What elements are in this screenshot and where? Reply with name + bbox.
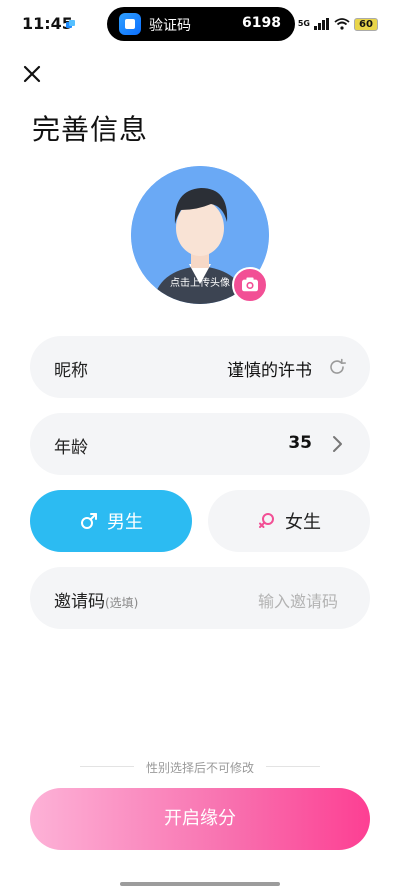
status-bar: 11:45 验证码 6198 5G 60	[0, 0, 400, 48]
invite-code-row[interactable]: 邀请码(选填) 输入邀请码	[30, 567, 370, 629]
female-symbol-icon	[259, 513, 274, 528]
nickname-value[interactable]: 谨慎的许书	[227, 356, 312, 381]
notice-divider-right	[266, 766, 320, 767]
close-icon[interactable]	[18, 60, 46, 88]
verification-app-icon	[119, 13, 141, 35]
invite-code-input[interactable]: 输入邀请码	[258, 588, 338, 612]
gender-male-button[interactable]: 男生	[30, 490, 192, 552]
age-label: 年龄	[54, 438, 88, 458]
network-type: 5G	[297, 19, 310, 28]
gender-female-button[interactable]: 女生	[208, 490, 370, 552]
invite-code-label: 邀请码(选填)	[54, 587, 138, 612]
island-code: 6198	[242, 15, 281, 31]
app-notification-icon	[66, 20, 75, 28]
nickname-row[interactable]: 昵称 谨慎的许书	[30, 336, 370, 398]
start-button[interactable]: 开启缘分	[30, 788, 370, 850]
wifi-icon	[334, 18, 350, 30]
refresh-icon[interactable]	[326, 356, 348, 378]
avatar-upload[interactable]: 点击上传头像	[131, 166, 269, 304]
gender-notice: 性别选择后不可修改	[0, 758, 400, 776]
battery-icon: 60	[354, 17, 378, 31]
nickname-label: 昵称	[54, 361, 88, 381]
gender-male-label: 男生	[107, 512, 143, 533]
chevron-right-icon[interactable]	[326, 433, 348, 455]
island-label: 验证码	[149, 18, 191, 34]
age-value: 35	[288, 433, 312, 453]
camera-icon[interactable]	[232, 267, 268, 303]
gender-female-label: 女生	[285, 512, 321, 533]
dynamic-island-notification[interactable]: 验证码 6198	[107, 7, 295, 41]
home-indicator[interactable]	[120, 882, 280, 886]
invite-code-label-text: 邀请码	[54, 592, 105, 612]
page-title: 完善信息	[32, 113, 149, 146]
gender-notice-text: 性别选择后不可修改	[145, 761, 254, 775]
invite-code-optional-hint: (选填)	[105, 596, 139, 610]
status-indicators: 5G 60	[298, 14, 378, 34]
age-row[interactable]: 年龄 35	[30, 413, 370, 475]
male-symbol-icon	[81, 513, 97, 529]
signal-icon	[314, 18, 329, 30]
